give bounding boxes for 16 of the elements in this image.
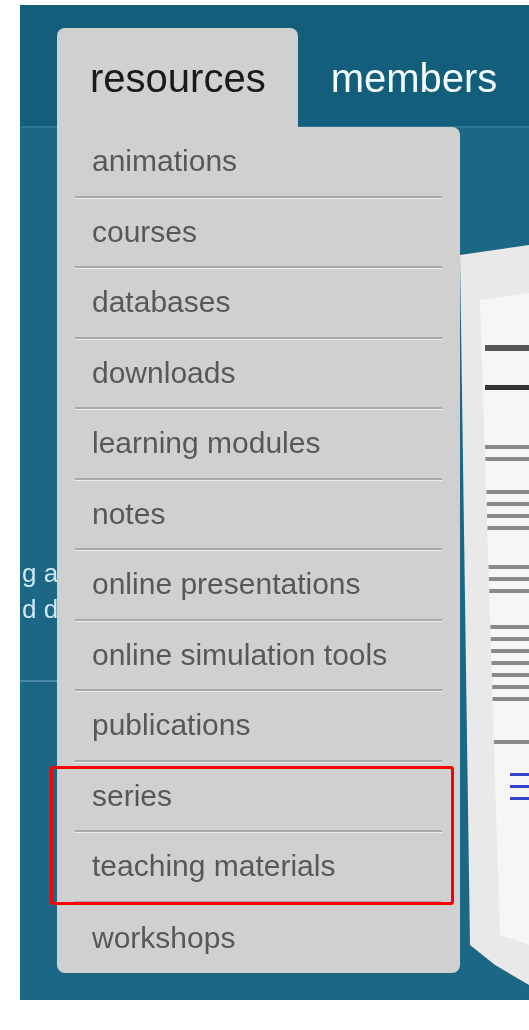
menu-item[interactable]: online simulation tools (75, 620, 442, 691)
menu-item[interactable]: series (75, 761, 442, 832)
menu-item[interactable]: workshops (75, 902, 442, 973)
menu-item[interactable]: animations (75, 127, 442, 198)
menu-item[interactable]: online presentations (75, 550, 442, 621)
nav-tab[interactable]: resources (57, 28, 298, 128)
menu-item[interactable]: teaching materials (75, 832, 442, 903)
menu-item[interactable]: publications (75, 691, 442, 762)
nav-tab[interactable]: members (297, 28, 529, 128)
menu-item[interactable]: notes (75, 479, 442, 550)
menu-item[interactable]: downloads (75, 338, 442, 409)
background-text: d d (22, 593, 59, 626)
menu-item[interactable]: courses (75, 197, 442, 268)
menu-item[interactable]: databases (75, 268, 442, 339)
menu-item[interactable]: learning modules (75, 409, 442, 480)
background-text: g a (22, 557, 59, 590)
